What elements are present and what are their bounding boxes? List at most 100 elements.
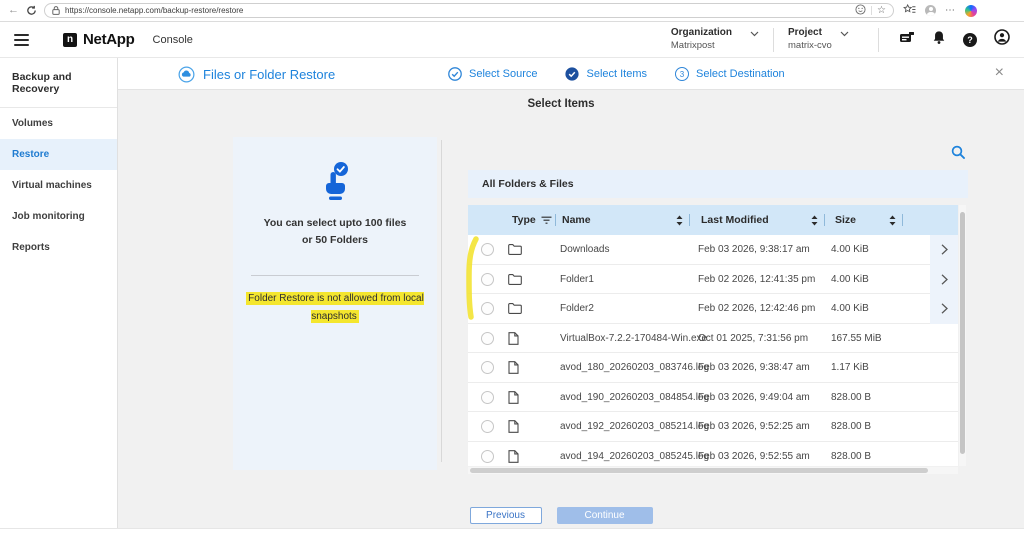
column-size[interactable]: Size	[835, 205, 856, 235]
column-type[interactable]: Type	[512, 205, 552, 235]
sort-size-icon[interactable]	[889, 205, 896, 235]
sidebar-item-job-monitoring[interactable]: Job monitoring	[0, 201, 117, 232]
group-header-label: All Folders & Files	[482, 178, 574, 190]
project-selector[interactable]: Project matrix-cvo	[788, 27, 864, 51]
row-size: 4.00 KiB	[831, 244, 869, 255]
step-label: Select Source	[469, 68, 538, 80]
table-row[interactable]: Downloads Feb 03 2026, 9:38:17 am 4.00 K…	[468, 235, 958, 265]
table-body: Downloads Feb 03 2026, 9:38:17 am 4.00 K…	[468, 235, 958, 466]
row-modified: Feb 03 2026, 9:38:47 am	[698, 362, 810, 373]
row-type-icon	[508, 273, 522, 288]
step-select-source[interactable]: Select Source	[448, 67, 537, 81]
row-size: 4.00 KiB	[831, 303, 869, 314]
row-modified: Feb 03 2026, 9:52:25 am	[698, 421, 810, 432]
hamburger-menu-icon[interactable]	[14, 33, 29, 46]
account-icon[interactable]	[994, 29, 1010, 50]
divider	[689, 214, 690, 226]
search-icon[interactable]	[951, 145, 965, 164]
step-current-icon	[565, 67, 580, 81]
sidebar-item-volumes[interactable]: Volumes	[0, 108, 117, 139]
table-row[interactable]: avod_194_20260203_085245.log Feb 03 2026…	[468, 441, 958, 466]
page-title: Select Items	[527, 98, 595, 110]
app-header: n NetApp Console Organization Matrixpost…	[0, 22, 1024, 58]
row-radio[interactable]	[481, 449, 494, 463]
scrollbar-thumb[interactable]	[960, 212, 965, 454]
file-icon	[508, 331, 519, 345]
chevron-right-icon	[941, 244, 948, 255]
row-size: 828.00 B	[831, 391, 872, 403]
row-radio[interactable]	[481, 302, 494, 315]
product-name: Console	[152, 33, 193, 46]
divider	[878, 27, 879, 52]
console-switcher-icon[interactable]	[899, 30, 915, 49]
url-text[interactable]: https://console.netapp.com/backup-restor…	[65, 6, 850, 15]
back-icon[interactable]: ←	[8, 5, 19, 16]
browser-profile-icon[interactable]	[925, 5, 936, 16]
scrollbar-thumb[interactable]	[470, 468, 928, 473]
lock-icon	[52, 2, 60, 20]
organization-label: Organization	[670, 27, 732, 39]
row-radio[interactable]	[481, 420, 494, 433]
file-icon	[508, 449, 519, 463]
row-radio[interactable]	[481, 361, 494, 374]
row-type-icon	[508, 390, 519, 407]
browser-menu-icon[interactable]: ⋯	[945, 5, 956, 16]
file-icon	[508, 361, 519, 374]
help-icon[interactable]: ?	[963, 32, 977, 47]
file-icon	[508, 420, 519, 433]
sort-name-icon[interactable]	[676, 205, 683, 235]
filter-icon[interactable]	[541, 216, 552, 225]
row-size: 1.17 KiB	[831, 362, 869, 373]
chevron-right-icon	[941, 303, 948, 314]
column-name[interactable]: Name	[562, 205, 591, 235]
horizontal-scrollbar[interactable]	[468, 467, 958, 474]
step-select-destination[interactable]: 3 Select Destination	[675, 67, 785, 81]
favorites-bar-icon[interactable]	[903, 2, 916, 20]
divider	[824, 214, 825, 226]
row-drill[interactable]	[930, 294, 958, 324]
feedback-smiley-icon[interactable]	[855, 2, 866, 20]
project-label: Project	[788, 27, 822, 39]
favorite-star-icon[interactable]: ☆	[877, 5, 886, 16]
organization-selector[interactable]: Organization Matrixpost	[671, 27, 759, 51]
sort-last-modified-icon[interactable]	[811, 205, 818, 235]
table-row[interactable]: Folder2 Feb 02 2026, 12:42:46 pm 4.00 Ki…	[468, 294, 958, 324]
row-radio[interactable]	[481, 331, 494, 345]
divider	[773, 27, 774, 52]
row-radio[interactable]	[481, 243, 494, 256]
wizard-title-group: Files or Folder Restore	[178, 58, 335, 90]
file-icon	[508, 390, 519, 404]
sidebar-item-reports[interactable]: Reports	[0, 232, 117, 263]
row-radio[interactable]	[481, 272, 494, 286]
cloud-restore-icon	[178, 66, 195, 82]
table-row[interactable]: avod_180_20260203_083746.log Feb 03 2026…	[468, 353, 958, 383]
row-name: avod_180_20260203_083746.log	[560, 362, 710, 373]
vertical-scrollbar[interactable]	[959, 205, 966, 466]
selection-limit-text: You can select upto 100 files or 50 Fold…	[233, 215, 437, 249]
divider	[902, 214, 903, 226]
address-bar[interactable]: https://console.netapp.com/backup-restor…	[44, 3, 894, 18]
row-drill[interactable]	[930, 264, 958, 294]
sidebar-item-restore[interactable]: Restore	[0, 139, 117, 170]
row-type-icon	[508, 361, 519, 377]
step-select-items[interactable]: Select Items	[565, 67, 647, 81]
row-radio[interactable]	[481, 390, 494, 404]
row-modified: Feb 02 2026, 12:42:46 pm	[698, 303, 816, 314]
refresh-icon[interactable]	[26, 5, 37, 16]
selection-limit-line1: You can select upto 100 files	[263, 217, 407, 229]
notifications-bell-icon[interactable]	[932, 30, 946, 50]
divider	[251, 274, 419, 276]
sidebar-title: Backup and Recovery	[0, 58, 117, 108]
sidebar-item-virtual-machines[interactable]: Virtual machines	[0, 170, 117, 201]
table-row[interactable]: avod_192_20260203_085214.log Feb 03 2026…	[468, 412, 958, 442]
close-icon[interactable]: ×	[995, 63, 1004, 84]
chevron-down-icon	[840, 31, 849, 36]
previous-button[interactable]: Previous	[469, 507, 542, 524]
table-row[interactable]: VirtualBox-7.2.2-170484-Win.exe Oct 01 2…	[468, 323, 958, 353]
continue-button[interactable]: Continue	[556, 507, 653, 524]
row-drill[interactable]	[930, 235, 958, 265]
table-row[interactable]: Folder1 Feb 02 2026, 12:41:35 pm 4.00 Ki…	[468, 264, 958, 294]
table-row[interactable]: avod_190_20260203_084854.log Feb 03 2026…	[468, 382, 958, 412]
column-last-modified[interactable]: Last Modified	[701, 205, 769, 235]
copilot-icon[interactable]	[965, 4, 977, 17]
